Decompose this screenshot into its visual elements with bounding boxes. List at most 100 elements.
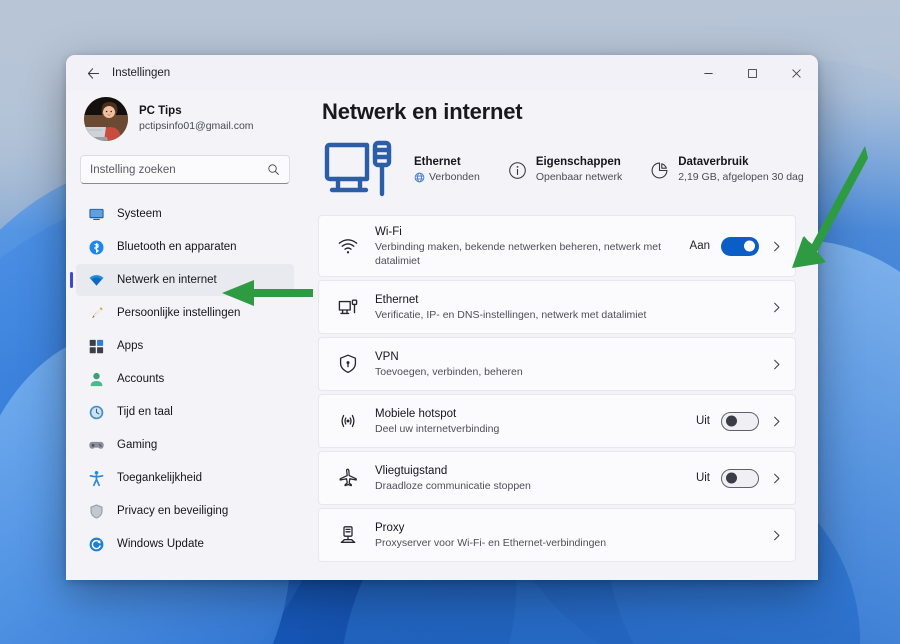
- ethernet-icon: [337, 296, 359, 318]
- data-usage-text: Dataverbruik 2,19 GB, afgelopen 30 dag: [678, 155, 804, 185]
- card-controls: Aan: [689, 236, 783, 256]
- apps-icon: [88, 338, 105, 355]
- avatar-photo-icon: [84, 97, 128, 141]
- window-body: PC Tips pctipsinfo01@gmail.com Instellin…: [66, 91, 818, 580]
- gamepad-icon: [88, 437, 105, 454]
- connection-status-header: Ethernet Verbonden Eigenschappen Openbaa…: [318, 129, 804, 215]
- airplane-icon: [337, 467, 359, 489]
- toggle-label: Aan: [689, 240, 710, 252]
- sidebar-item-label: Windows Update: [117, 538, 204, 550]
- sidebar-item-gaming[interactable]: Gaming: [76, 429, 294, 461]
- wifi-icon: [337, 235, 359, 257]
- account-block[interactable]: PC Tips pctipsinfo01@gmail.com: [76, 91, 294, 151]
- wifi-icon: [88, 272, 105, 289]
- card-title: Vliegtuigstand: [375, 464, 448, 477]
- data-usage-block[interactable]: Dataverbruik 2,19 GB, afgelopen 30 dag: [650, 155, 804, 185]
- sidebar-item-systeem[interactable]: Systeem: [76, 198, 294, 230]
- card-subtitle: Proxyserver voor Wi-Fi- en Ethernet-verb…: [375, 536, 607, 549]
- sidebar-item-label: Apps: [117, 340, 144, 352]
- card-proxy[interactable]: Proxy Proxyserver voor Wi-Fi- en Etherne…: [318, 508, 796, 562]
- back-button[interactable]: [78, 60, 108, 86]
- sidebar-item-label: Accounts: [117, 373, 165, 385]
- minimize-icon: [703, 72, 713, 74]
- sidebar-item-label: Toegankelijkheid: [117, 472, 203, 484]
- sidebar-item-toegankelijkheid[interactable]: Toegankelijkheid: [76, 462, 294, 494]
- monitor-icon: [88, 206, 105, 223]
- brush-icon: [88, 305, 105, 322]
- toggle-label: Uit: [695, 415, 710, 427]
- sidebar-item-tijd-en-taal[interactable]: Tijd en taal: [76, 396, 294, 428]
- chevron-right-icon[interactable]: [770, 529, 783, 542]
- card-subtitle: Verbinding maken, bekende netwerken behe…: [375, 240, 662, 267]
- card-mobile-hotspot[interactable]: Mobiele hotspot Deel uw internetverbindi…: [318, 394, 796, 448]
- card-wifi[interactable]: Wi-Fi Verbinding maken, bekende netwerke…: [318, 215, 796, 277]
- card-title: Wi-Fi: [375, 225, 402, 238]
- close-button[interactable]: [774, 55, 818, 91]
- ethernet-status-block: Ethernet Verbonden: [414, 155, 480, 185]
- clock-icon: [88, 404, 105, 421]
- card-text: Ethernet Verificatie, IP- en DNS-instell…: [375, 293, 754, 322]
- chevron-right-icon[interactable]: [770, 472, 783, 485]
- wifi-toggle[interactable]: [721, 236, 759, 256]
- close-icon: [791, 68, 801, 78]
- sidebar-item-label: Tijd en taal: [117, 406, 173, 418]
- card-text: Vliegtuigstand Draadloze communicatie st…: [375, 464, 680, 493]
- toggle-knob: [726, 415, 737, 427]
- account-text: PC Tips pctipsinfo01@gmail.com: [139, 104, 254, 134]
- card-controls: [770, 529, 783, 542]
- airplane-toggle[interactable]: [721, 468, 759, 488]
- avatar: [84, 97, 128, 141]
- search-icon: [268, 164, 279, 175]
- ethernet-status-text: Ethernet Verbonden: [414, 155, 480, 185]
- card-subtitle: Verificatie, IP- en DNS-instellingen, ne…: [375, 308, 647, 321]
- card-subtitle: Draadloze communicatie stoppen: [375, 479, 531, 492]
- chevron-right-icon[interactable]: [770, 358, 783, 371]
- info-icon: [509, 161, 526, 179]
- chevron-right-icon[interactable]: [770, 240, 783, 253]
- chevron-right-icon[interactable]: [770, 301, 783, 314]
- sidebar-item-persoonlijke-instellingen[interactable]: Persoonlijke instellingen: [76, 297, 294, 329]
- account-email: pctipsinfo01@gmail.com: [139, 120, 254, 132]
- hotspot-toggle[interactable]: [721, 411, 759, 431]
- back-arrow-icon: [87, 67, 99, 79]
- connection-name: Ethernet: [414, 156, 461, 168]
- connection-state-label: Verbonden: [429, 171, 480, 183]
- card-title: VPN: [375, 350, 399, 363]
- sidebar-item-bluetooth-en-apparaten[interactable]: Bluetooth en apparaten: [76, 231, 294, 263]
- card-title: Proxy: [375, 521, 405, 534]
- sidebar-item-windows-update[interactable]: Windows Update: [76, 528, 294, 560]
- maximize-icon: [747, 68, 757, 78]
- title-bar: Instellingen: [66, 55, 818, 91]
- sidebar-item-label: Bluetooth en apparaten: [117, 241, 237, 253]
- properties-sub: Openbaar netwerk: [535, 171, 623, 183]
- sidebar-item-privacy-en-beveiliging[interactable]: Privacy en beveiliging: [76, 495, 294, 527]
- data-usage-title: Dataverbruik: [678, 156, 749, 168]
- chevron-right-icon[interactable]: [770, 415, 783, 428]
- pie-chart-icon: [651, 162, 668, 178]
- maximize-button[interactable]: [730, 55, 774, 91]
- main-content: Netwerk en internet Ethernet Verbonden E…: [304, 91, 818, 580]
- sidebar-item-accounts[interactable]: Accounts: [76, 363, 294, 395]
- bluetooth-icon: [88, 239, 105, 256]
- page-title: Netwerk en internet: [322, 99, 523, 124]
- sidebar-nav: Systeem Bluetooth en apparaten Netwerk e…: [70, 198, 294, 560]
- search-box[interactable]: [80, 155, 290, 184]
- settings-cards-list: Wi-Fi Verbinding maken, bekende netwerke…: [318, 215, 796, 562]
- minimize-button[interactable]: [686, 55, 730, 91]
- search-input[interactable]: [90, 163, 267, 176]
- shield-icon: [88, 503, 105, 520]
- card-airplane-mode[interactable]: Vliegtuigstand Draadloze communicatie st…: [318, 451, 796, 505]
- ethernet-monitor-illustration: [322, 137, 400, 203]
- window-title: Instellingen: [112, 67, 171, 79]
- card-vpn[interactable]: VPN Toevoegen, verbinden, beheren: [318, 337, 796, 391]
- properties-title: Eigenschappen: [535, 156, 621, 168]
- properties-text: Eigenschappen Openbaar netwerk: [536, 155, 622, 185]
- properties-block[interactable]: Eigenschappen Openbaar netwerk: [508, 155, 622, 185]
- sidebar-item-netwerk-en-internet[interactable]: Netwerk en internet: [70, 264, 294, 296]
- sidebar-item-label: Privacy en beveiliging: [117, 505, 229, 517]
- sidebar-item-label: Persoonlijke instellingen: [117, 307, 241, 319]
- sidebar-item-apps[interactable]: Apps: [76, 330, 294, 362]
- card-text: Proxy Proxyserver voor Wi-Fi- en Etherne…: [375, 521, 754, 550]
- settings-window: Instellingen PC Tips pctipsinfo01@gmail.…: [66, 55, 818, 580]
- card-ethernet[interactable]: Ethernet Verificatie, IP- en DNS-instell…: [318, 280, 796, 334]
